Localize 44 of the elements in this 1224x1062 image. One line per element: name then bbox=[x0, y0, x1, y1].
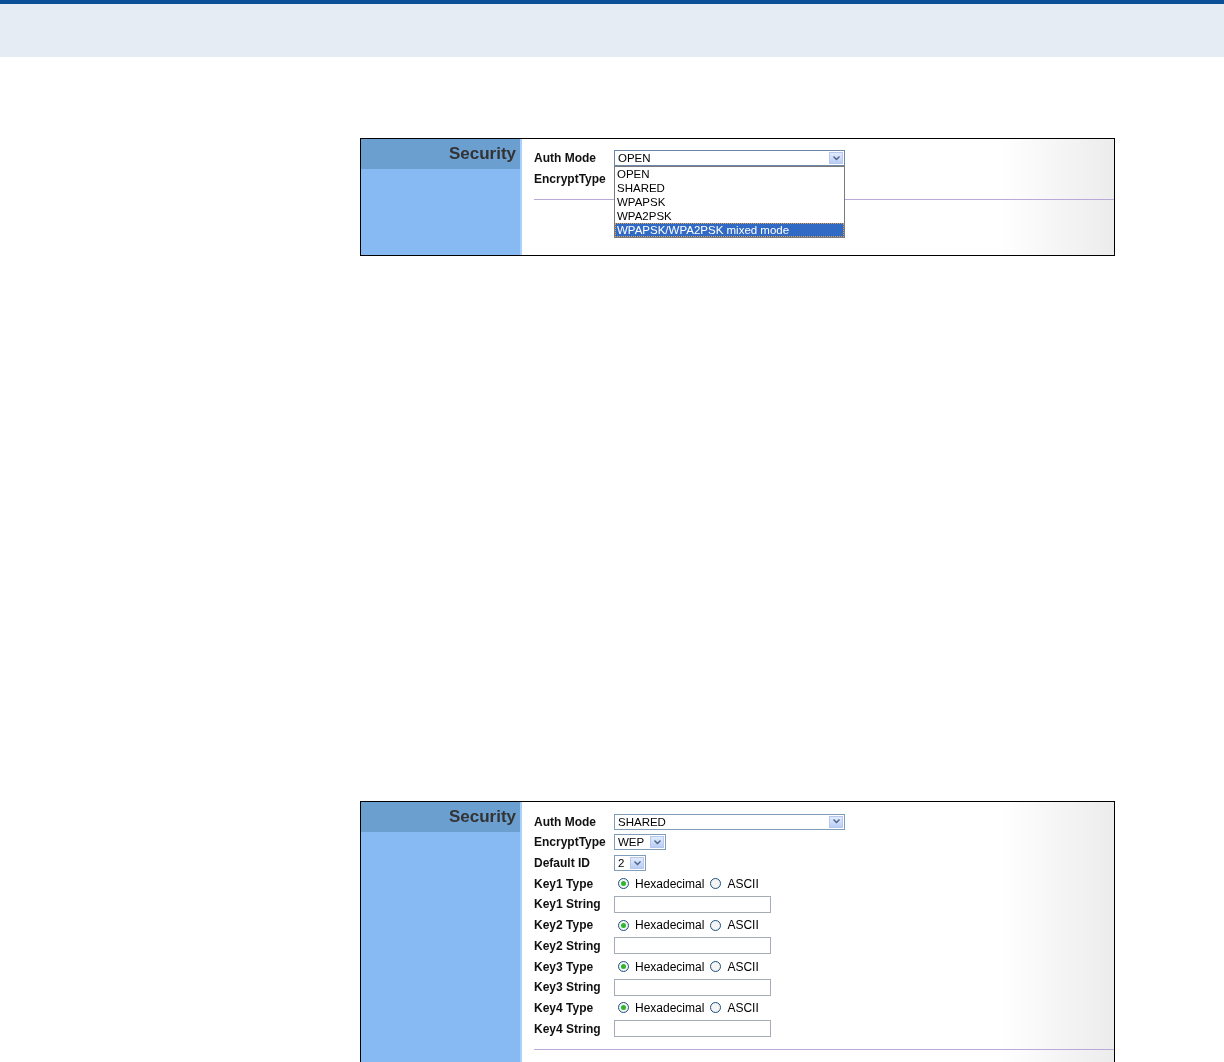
dropdown-field[interactable]: OPEN bbox=[614, 150, 845, 167]
text-input-field[interactable] bbox=[614, 937, 771, 955]
radio-label: Hexadecimal bbox=[635, 1000, 705, 1015]
field-label: Key1 String bbox=[534, 897, 602, 912]
radio-label: Hexadecimal bbox=[635, 918, 705, 933]
dropdown-field[interactable]: 2 bbox=[614, 855, 647, 872]
section-title: Security bbox=[361, 139, 520, 169]
field-label: Key4 Type bbox=[534, 1000, 595, 1015]
radio-button[interactable] bbox=[710, 1002, 722, 1014]
radio-button[interactable] bbox=[618, 1002, 629, 1014]
radio-label: ASCII bbox=[727, 1000, 759, 1015]
radio-label: ASCII bbox=[727, 959, 759, 974]
field-label: Key3 Type bbox=[534, 959, 595, 974]
radio-button[interactable] bbox=[710, 961, 722, 973]
field-label: Default ID bbox=[534, 856, 591, 871]
field-label: Auth Mode bbox=[534, 151, 597, 166]
field-label: Key4 String bbox=[534, 1021, 602, 1036]
radio-button[interactable] bbox=[710, 878, 722, 890]
field-label: EncryptType bbox=[534, 172, 607, 187]
radio-button[interactable] bbox=[618, 878, 629, 890]
field-label: Key1 Type bbox=[534, 876, 595, 891]
radio-label: ASCII bbox=[727, 876, 759, 891]
dropdown-field[interactable]: SHARED bbox=[614, 813, 845, 830]
section-title: Security bbox=[361, 802, 520, 833]
dropdown-option[interactable]: WPAPSK/WPA2PSK mixed mode bbox=[615, 223, 844, 238]
dropdown-option[interactable]: WPAPSK bbox=[615, 195, 844, 210]
radio-button[interactable] bbox=[710, 919, 722, 931]
field-label: Key3 String bbox=[534, 980, 602, 995]
text-input-field[interactable] bbox=[614, 1020, 771, 1038]
field-label: Key2 Type bbox=[534, 918, 595, 933]
field-label: EncryptType bbox=[534, 835, 607, 850]
dropdown-option[interactable]: OPEN bbox=[615, 167, 844, 182]
radio-label: ASCII bbox=[727, 918, 759, 933]
field-label: Auth Mode bbox=[534, 814, 597, 829]
text-input-field[interactable] bbox=[614, 978, 771, 996]
text-input-field[interactable] bbox=[614, 895, 771, 913]
field-label: Key2 String bbox=[534, 938, 602, 953]
dropdown-option[interactable]: SHARED bbox=[615, 181, 844, 196]
radio-button[interactable] bbox=[618, 919, 629, 931]
radio-button[interactable] bbox=[618, 961, 629, 973]
dropdown-option[interactable]: WPA2PSK bbox=[615, 209, 844, 224]
dropdown-field[interactable]: WEP bbox=[614, 834, 667, 851]
radio-label: Hexadecimal bbox=[635, 876, 705, 891]
radio-label: Hexadecimal bbox=[635, 959, 705, 974]
